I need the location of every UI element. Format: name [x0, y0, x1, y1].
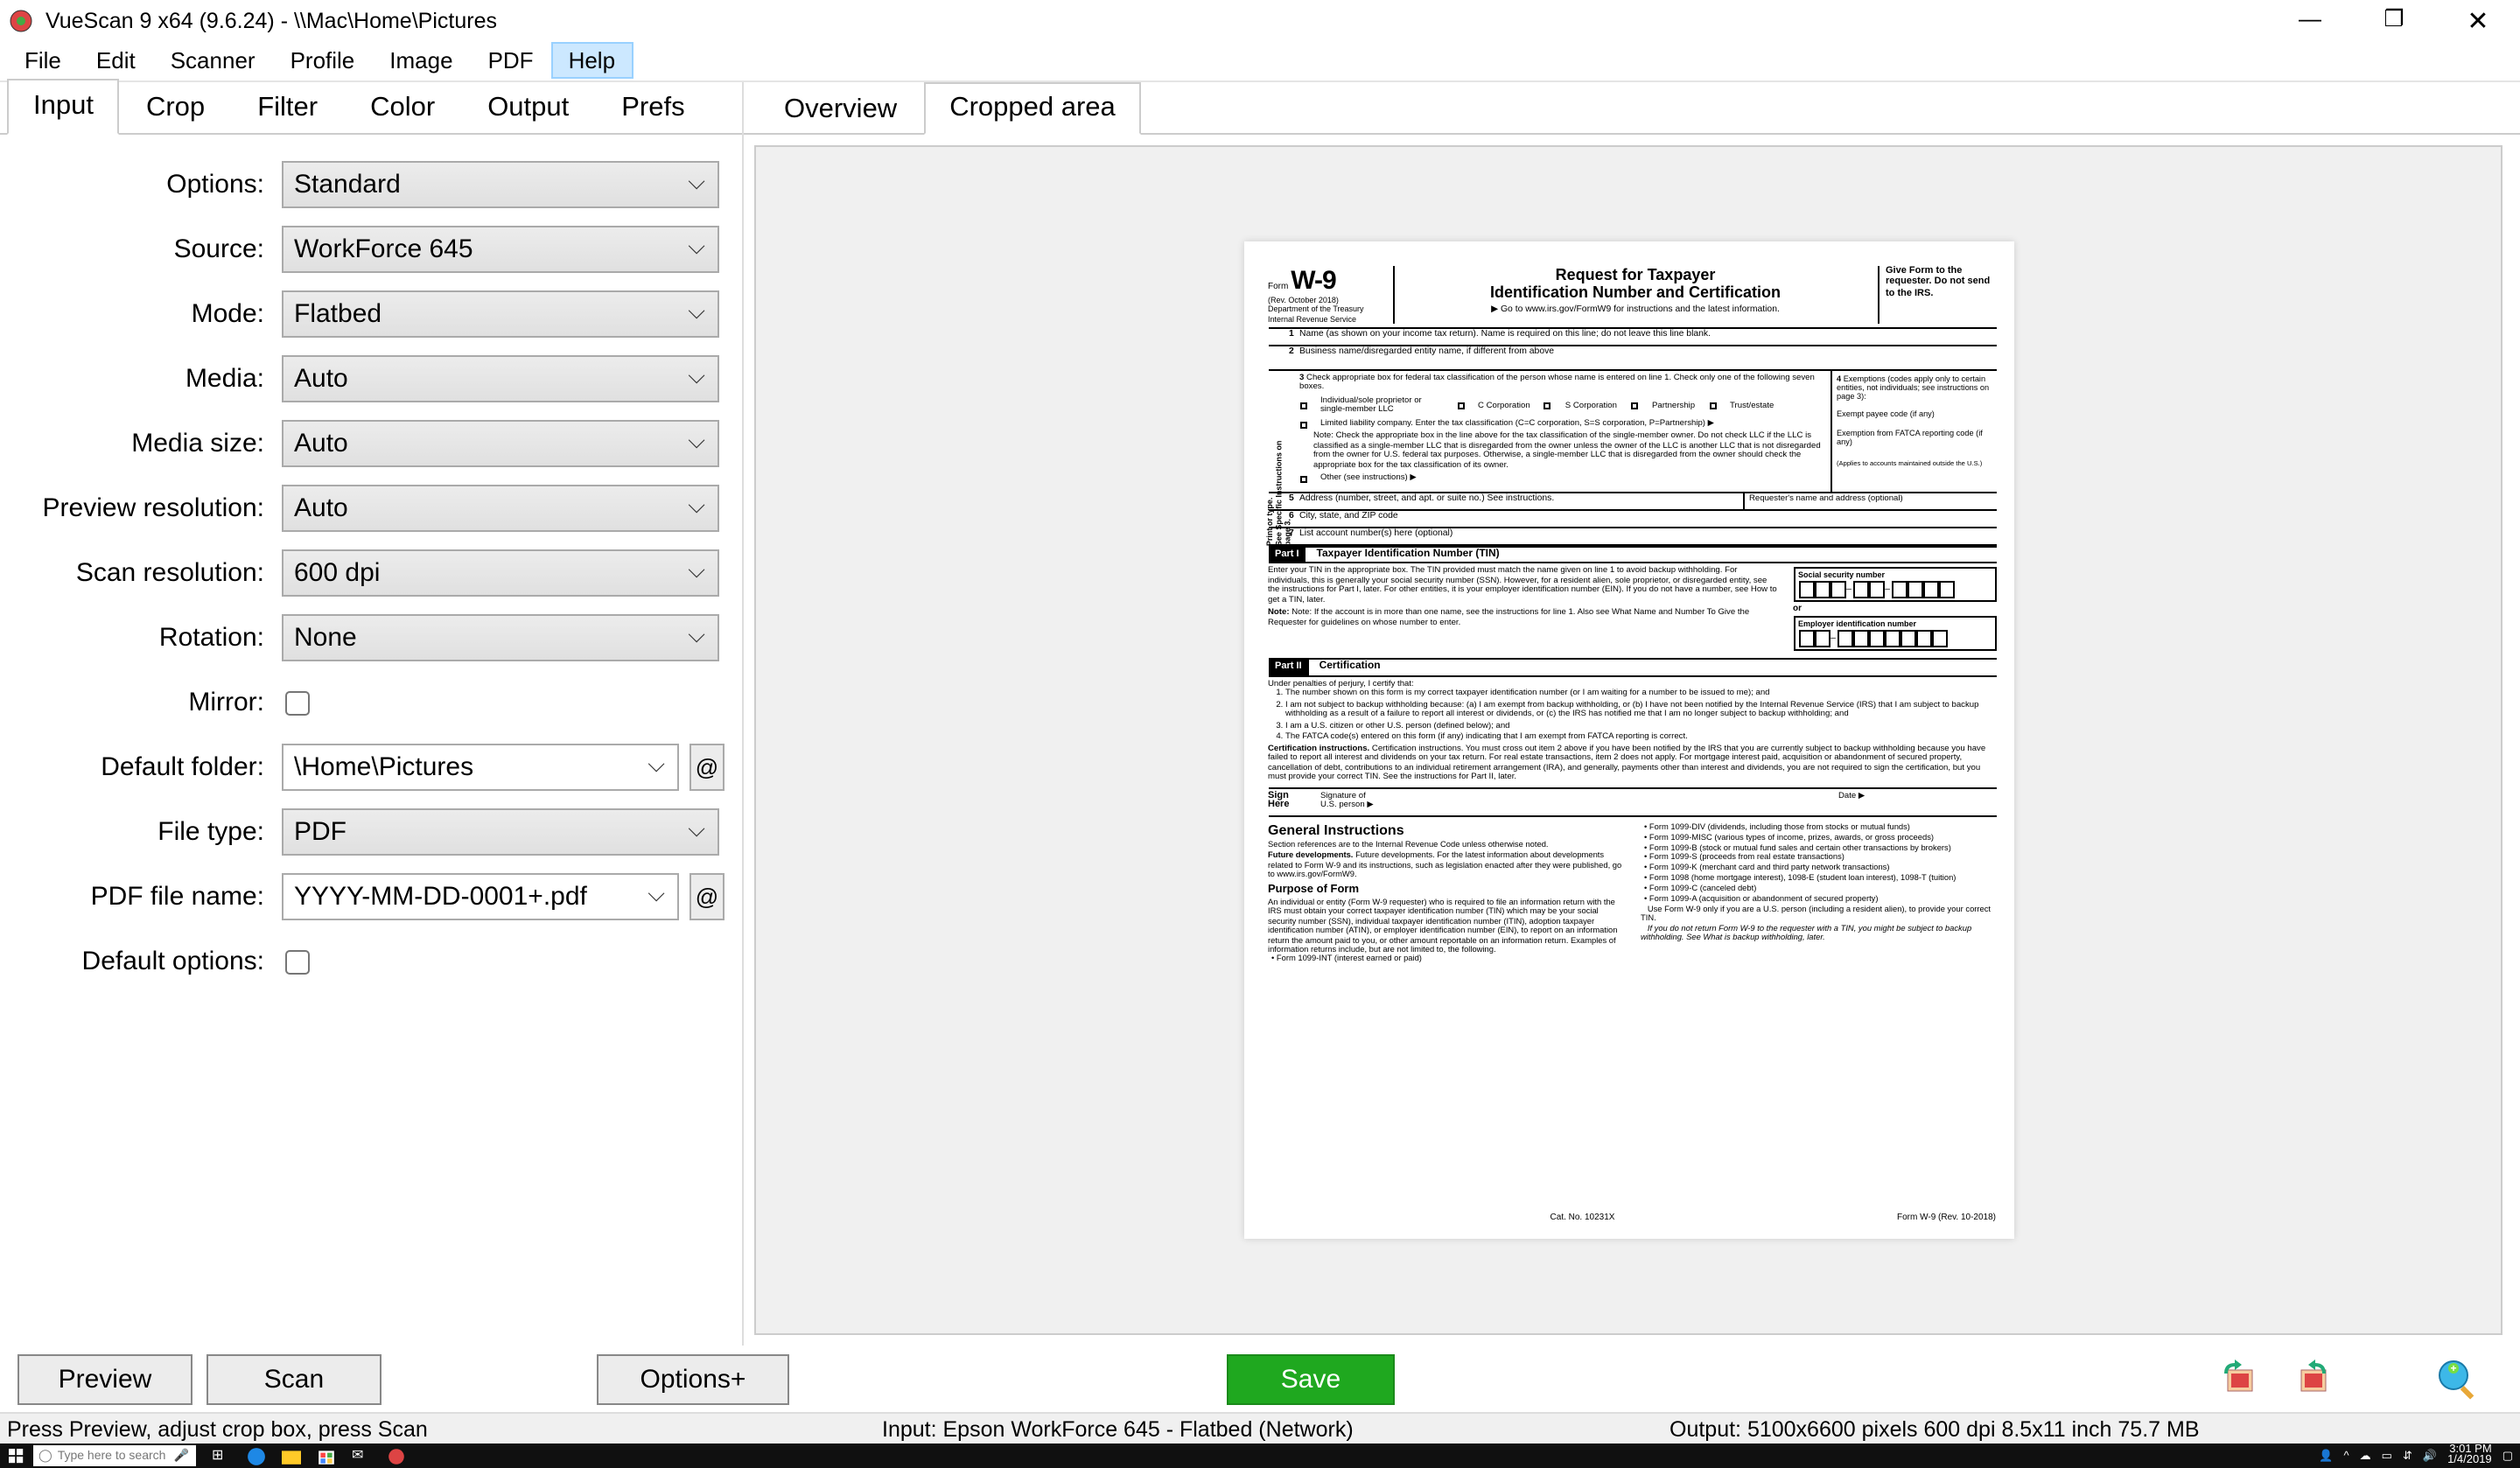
- media-size-label: Media size:: [18, 429, 271, 458]
- pdf-file-name-input[interactable]: [282, 873, 679, 920]
- zoom-in-icon[interactable]: +: [2432, 1354, 2482, 1403]
- menu-pdf[interactable]: PDF: [471, 42, 551, 79]
- statusbar: Press Preview, adjust crop box, press Sc…: [0, 1412, 2520, 1444]
- tab-cropped-area[interactable]: Cropped area: [923, 82, 1142, 135]
- rotate-left-icon[interactable]: [2216, 1354, 2264, 1403]
- doc-give-to: Give Form to the requester. Do not send …: [1877, 266, 1996, 324]
- tab-overview[interactable]: Overview: [758, 84, 923, 135]
- titlebar: VueScan 9 x64 (9.6.24) - \\Mac\Home\Pict…: [0, 0, 2520, 40]
- explorer-icon[interactable]: [282, 1447, 299, 1465]
- tray-notifications-icon[interactable]: ▢: [2502, 1449, 2513, 1463]
- doc-form-prefix: Form: [1268, 282, 1288, 292]
- tray-people-icon[interactable]: 👤: [2319, 1449, 2333, 1463]
- doc-row3-intro: Check appropriate box for federal tax cl…: [1299, 374, 1815, 392]
- doc-rev: (Rev. October 2018): [1268, 297, 1387, 305]
- source-select[interactable]: WorkForce 645: [282, 226, 719, 273]
- close-button[interactable]: ✕: [2460, 4, 2496, 36]
- status-mid: Input: Epson WorkForce 645 - Flatbed (Ne…: [882, 1416, 1670, 1441]
- taskbar: ◯ Type here to search 🎤 ⊞ ✉ 👤 ^ ☁ ▭ ⇵ 🔊 3:…: [0, 1444, 2520, 1468]
- pdf-file-name-at-button[interactable]: @: [690, 873, 724, 920]
- preview-resolution-select[interactable]: Auto: [282, 485, 719, 532]
- status-right: Output: 5100x6600 pixels 600 dpi 8.5x11 …: [1670, 1416, 2513, 1441]
- rotate-right-icon[interactable]: [2289, 1354, 2338, 1403]
- tray-clock[interactable]: 3:01 PM 1/4/2019: [2447, 1444, 2492, 1467]
- window-title: VueScan 9 x64 (9.6.24) - \\Mac\Home\Pict…: [46, 8, 2292, 32]
- taskbar-search[interactable]: ◯ Type here to search 🎤: [33, 1445, 196, 1466]
- menu-image[interactable]: Image: [372, 42, 470, 79]
- mirror-checkbox[interactable]: [285, 690, 310, 715]
- minimize-button[interactable]: —: [2292, 4, 2328, 36]
- menu-edit[interactable]: Edit: [79, 42, 153, 79]
- edge-icon[interactable]: [247, 1447, 264, 1465]
- pdf-file-name-label: PDF file name:: [18, 882, 271, 912]
- button-bar: Preview Scan Options+ Save +: [0, 1346, 2520, 1412]
- rotation-label: Rotation:: [18, 623, 271, 653]
- scan-button[interactable]: Scan: [206, 1353, 382, 1404]
- options-plus-button[interactable]: Options+: [597, 1353, 789, 1404]
- mirror-label: Mirror:: [18, 688, 271, 717]
- app-icon: [7, 6, 35, 34]
- options-label: Options:: [18, 170, 271, 199]
- options-select[interactable]: Standard: [282, 161, 719, 208]
- scanned-document: Form W-9 (Rev. October 2018) Department …: [1243, 241, 2013, 1239]
- left-tabs: Input Crop Filter Color Output Prefs: [0, 82, 742, 135]
- tray-wifi-icon[interactable]: ⇵: [2403, 1449, 2412, 1463]
- tab-filter[interactable]: Filter: [231, 80, 344, 135]
- svg-text:+: +: [2450, 1362, 2456, 1374]
- default-options-label: Default options:: [18, 947, 271, 976]
- doc-dept: Department of the Treasury Internal Reve…: [1268, 305, 1387, 324]
- tab-prefs[interactable]: Prefs: [595, 80, 710, 135]
- preview-area[interactable]: Form W-9 (Rev. October 2018) Department …: [754, 145, 2502, 1335]
- media-size-select[interactable]: Auto: [282, 420, 719, 467]
- cortana-icon: ◯: [38, 1449, 52, 1463]
- vuescan-taskbar-icon[interactable]: [387, 1447, 404, 1465]
- menu-profile[interactable]: Profile: [273, 42, 373, 79]
- tray-volume-icon[interactable]: 🔊: [2423, 1449, 2437, 1463]
- tab-crop[interactable]: Crop: [120, 80, 231, 135]
- save-button[interactable]: Save: [1227, 1353, 1395, 1404]
- input-form: Options: Standard Source: WorkForce 645 Mo…: [0, 135, 742, 1346]
- media-select[interactable]: Auto: [282, 355, 719, 402]
- status-left: Press Preview, adjust crop box, press Sc…: [7, 1416, 882, 1441]
- scan-resolution-label: Scan resolution:: [18, 558, 271, 588]
- tray-chevron-icon[interactable]: ^: [2344, 1450, 2349, 1462]
- rotation-select[interactable]: None: [282, 614, 719, 661]
- default-folder-at-button[interactable]: @: [690, 744, 724, 791]
- task-view-icon[interactable]: ⊞: [212, 1447, 229, 1465]
- media-label: Media:: [18, 364, 271, 394]
- default-folder-input[interactable]: [282, 744, 679, 791]
- preview-resolution-label: Preview resolution:: [18, 493, 271, 523]
- right-tabs: Overview Cropped area: [744, 82, 2520, 135]
- tray-battery-icon[interactable]: ▭: [2382, 1449, 2392, 1463]
- doc-title2: Identification Number and Certification: [1408, 284, 1863, 303]
- mic-icon[interactable]: 🎤: [174, 1449, 196, 1463]
- file-type-label: File type:: [18, 817, 271, 847]
- default-folder-label: Default folder:: [18, 752, 271, 782]
- menu-file[interactable]: File: [7, 42, 79, 79]
- doc-form-code: W-9: [1291, 266, 1335, 296]
- mail-icon[interactable]: ✉: [352, 1447, 369, 1465]
- tab-output[interactable]: Output: [461, 80, 595, 135]
- source-label: Source:: [18, 234, 271, 264]
- tab-input[interactable]: Input: [7, 79, 120, 135]
- default-options-checkbox[interactable]: [285, 949, 310, 974]
- mode-select[interactable]: Flatbed: [282, 290, 719, 338]
- menubar: File Edit Scanner Profile Image PDF Help: [0, 40, 2520, 82]
- menu-help[interactable]: Help: [551, 42, 634, 79]
- file-type-select[interactable]: PDF: [282, 808, 719, 856]
- doc-row2: Business name/disregarded entity name, i…: [1299, 346, 1554, 357]
- maximize-button[interactable]: ❐: [2376, 4, 2412, 36]
- preview-button[interactable]: Preview: [18, 1353, 192, 1404]
- mode-label: Mode:: [18, 299, 271, 329]
- scan-resolution-select[interactable]: 600 dpi: [282, 549, 719, 597]
- doc-title3: ▶ Go to www.irs.gov/FormW9 for instructi…: [1408, 305, 1863, 316]
- start-button[interactable]: [0, 1444, 32, 1468]
- tray-cloud-icon[interactable]: ☁: [2360, 1449, 2371, 1463]
- doc-row1: Name (as shown on your income tax return…: [1299, 330, 1711, 340]
- taskbar-search-placeholder: Type here to search: [58, 1450, 166, 1462]
- store-icon[interactable]: [317, 1447, 334, 1465]
- doc-title1: Request for Taxpayer: [1408, 266, 1863, 284]
- menu-scanner[interactable]: Scanner: [153, 42, 273, 79]
- tab-color[interactable]: Color: [344, 80, 461, 135]
